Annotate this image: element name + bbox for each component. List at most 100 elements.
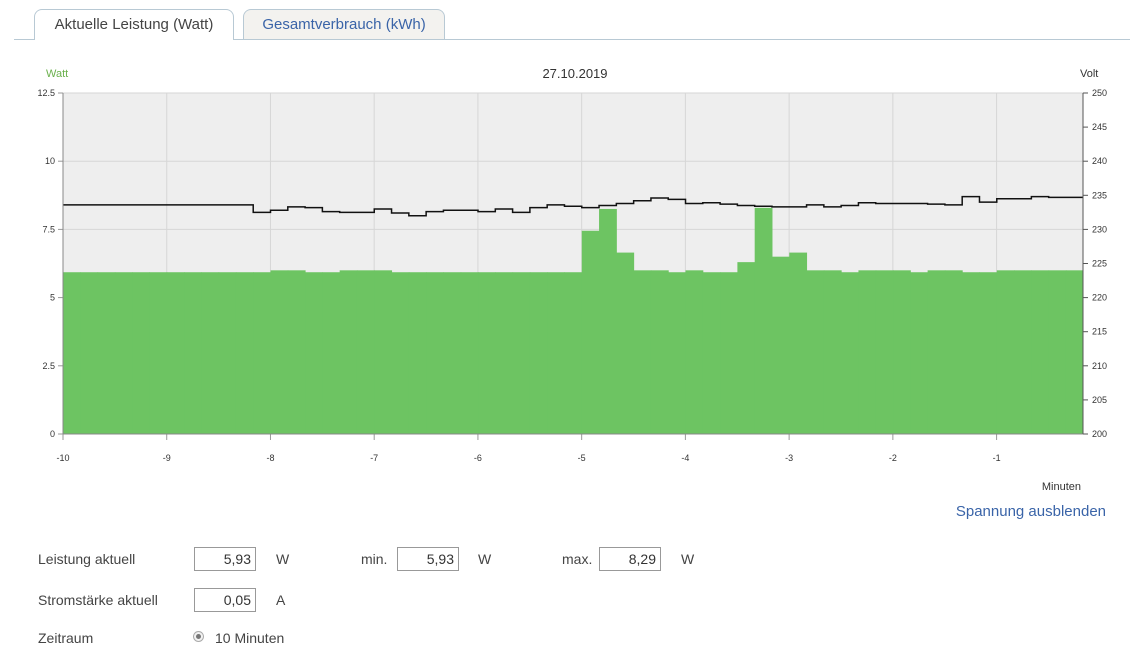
- power-bar: [322, 272, 341, 434]
- y2-tick-label: 240: [1092, 156, 1107, 166]
- x-tick-label: -7: [370, 453, 378, 463]
- power-bar: [754, 207, 773, 434]
- y-axis-title: Watt: [46, 68, 68, 80]
- power-bar: [478, 272, 496, 434]
- power-bar: [927, 270, 946, 434]
- power-bar: [875, 270, 894, 434]
- power-bar: [841, 272, 859, 434]
- power-bar: [893, 270, 911, 434]
- power-bar: [529, 272, 548, 434]
- x-tick-label: -9: [163, 453, 171, 463]
- power-bar: [495, 272, 514, 434]
- y2-axis-title: Volt: [1080, 68, 1098, 80]
- power-chart: 0 2.5 5 7.5 10 12.5 -10 -9 -8 -7 -6 -5 -4 -3 -2 -1 200 20…: [37, 66, 1107, 493]
- y2-tick-label: 245: [1092, 122, 1107, 132]
- x-tick-label: -8: [266, 453, 274, 463]
- power-unit: W: [276, 551, 290, 567]
- y2-tick-label: 210: [1092, 361, 1107, 371]
- x-tick-label: -2: [889, 453, 897, 463]
- power-bar: [996, 270, 1015, 434]
- power-bar: [1031, 270, 1050, 434]
- y2-tick-label: 230: [1092, 224, 1107, 234]
- x-tick-label: -4: [681, 453, 689, 463]
- power-bar: [408, 272, 427, 434]
- power-bar: [789, 252, 808, 434]
- power-bar: [547, 272, 565, 434]
- current-value-field[interactable]: 0,05: [194, 588, 256, 612]
- power-bar: [426, 272, 444, 434]
- y-tick-label: 0: [50, 429, 55, 439]
- period-label: Zeitraum: [38, 630, 94, 646]
- power-bar: [184, 272, 202, 434]
- power-bar: [668, 272, 687, 434]
- min-unit: W: [478, 551, 492, 567]
- period-option-label: 10 Minuten: [215, 630, 285, 646]
- period-radio-10min[interactable]: [193, 631, 204, 642]
- min-label: min.: [361, 551, 388, 567]
- y-tick-label: 2.5: [42, 361, 55, 371]
- power-bar: [356, 270, 375, 434]
- power-bar: [253, 272, 272, 434]
- power-bar: [218, 272, 237, 434]
- power-value-field[interactable]: 5,93: [194, 547, 256, 571]
- power-bar: [149, 272, 168, 434]
- power-bar: [80, 272, 99, 434]
- power-bar: [201, 272, 220, 434]
- x-tick-label: -3: [785, 453, 793, 463]
- power-bar: [339, 270, 358, 434]
- power-bar: [962, 272, 980, 434]
- power-bar: [443, 272, 462, 434]
- power-bar: [114, 272, 133, 434]
- y-tick-label: 5: [50, 293, 55, 303]
- power-bar: [132, 272, 150, 434]
- power-bar: [581, 230, 600, 434]
- power-bar: [270, 270, 289, 434]
- power-bar: [979, 272, 998, 434]
- x-axis-title: Minuten: [1042, 481, 1081, 493]
- power-bar: [305, 272, 323, 434]
- power-bar: [806, 270, 825, 434]
- y-tick-label: 10: [45, 156, 55, 166]
- power-bar: [564, 272, 583, 434]
- y2-tick-label: 200: [1092, 429, 1107, 439]
- x-tick-label: -6: [474, 453, 482, 463]
- y2-tick-label: 235: [1092, 190, 1107, 200]
- x-tick-label: -10: [56, 453, 69, 463]
- power-label: Leistung aktuell: [38, 551, 136, 567]
- power-bar: [1065, 270, 1084, 434]
- y-tick-label: 7.5: [42, 224, 55, 234]
- x-tick-label: -1: [993, 453, 1001, 463]
- power-bar: [858, 270, 877, 434]
- power-bar: [702, 272, 721, 434]
- power-bar: [633, 270, 652, 434]
- power-bar: [944, 270, 963, 434]
- power-bar: [771, 256, 790, 434]
- power-bar: [460, 272, 479, 434]
- min-value-field[interactable]: 5,93: [397, 547, 459, 571]
- max-label: max.: [562, 551, 593, 567]
- power-bar: [63, 272, 81, 434]
- max-value-field[interactable]: 8,29: [599, 547, 661, 571]
- power-bar: [616, 252, 635, 434]
- power-bar: [512, 272, 531, 434]
- x-tick-label: -5: [578, 453, 586, 463]
- y2-tick-label: 205: [1092, 395, 1107, 405]
- hide-voltage-link[interactable]: Spannung ausblenden: [956, 503, 1106, 520]
- y2-tick-label: 215: [1092, 327, 1107, 337]
- current-label: Stromstärke aktuell: [38, 592, 158, 608]
- power-bar: [1048, 270, 1067, 434]
- power-bar: [391, 272, 410, 434]
- power-bar: [287, 270, 306, 434]
- power-bar: [166, 272, 185, 434]
- power-bar: [1014, 270, 1032, 434]
- chart-title: 27.10.2019: [542, 66, 607, 81]
- power-bar: [685, 270, 704, 434]
- power-bar: [235, 272, 254, 434]
- y2-tick-label: 220: [1092, 293, 1107, 303]
- power-bar: [823, 270, 842, 434]
- power-bar: [910, 272, 929, 434]
- y2-tick-label: 250: [1092, 88, 1107, 98]
- power-bar: [720, 272, 738, 434]
- y-tick-label: 12.5: [37, 88, 55, 98]
- power-bar: [599, 208, 617, 434]
